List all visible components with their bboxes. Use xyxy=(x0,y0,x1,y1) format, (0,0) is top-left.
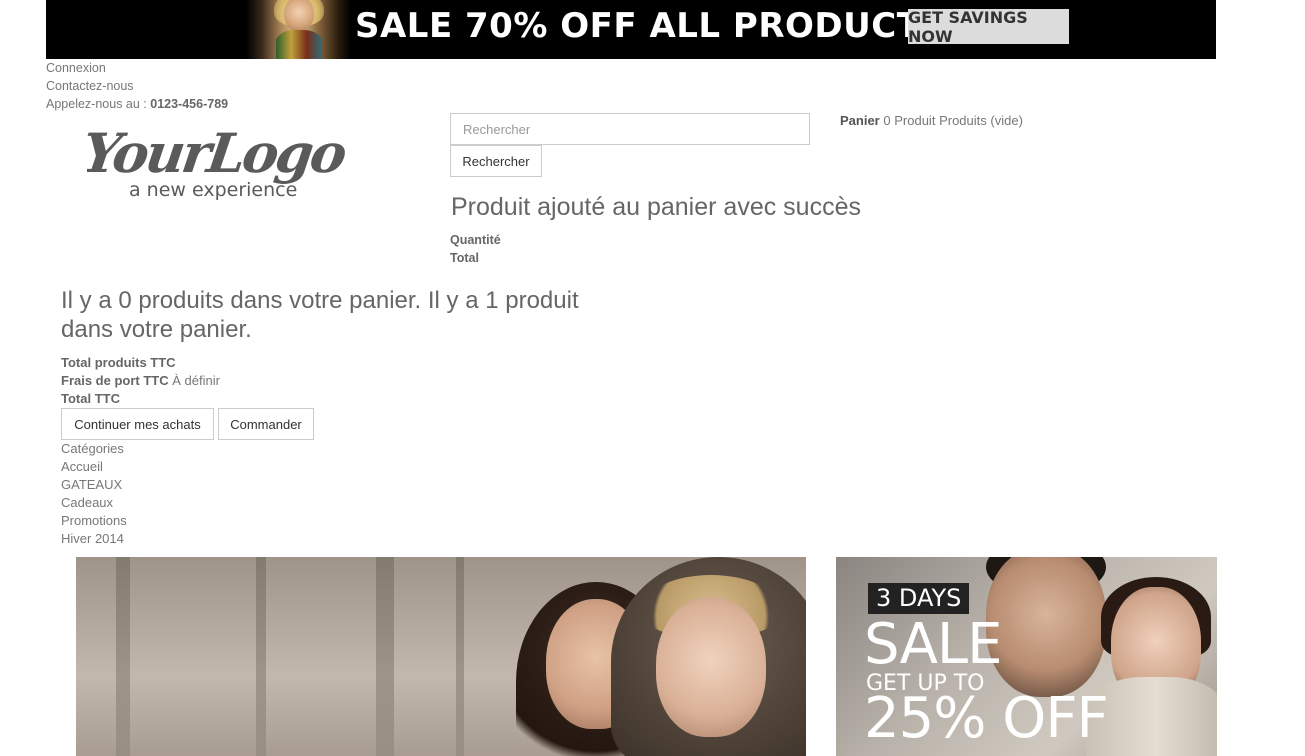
quantity-label: Quantité xyxy=(450,233,501,247)
shipping-value: À définir xyxy=(172,373,220,388)
cart-product-word: Produit xyxy=(894,113,936,128)
phone-number: 0123-456-789 xyxy=(150,97,229,111)
category-link-accueil[interactable]: Accueil xyxy=(61,458,103,476)
login-link[interactable]: Connexion xyxy=(46,59,106,77)
categories-heading[interactable]: Catégories xyxy=(61,440,124,458)
category-link-cadeaux[interactable]: Cadeaux xyxy=(61,494,113,512)
promo-sale-banner[interactable]: 3 DAYS SALE GET UP TO 25% OFF xyxy=(836,557,1217,756)
get-savings-button[interactable]: GET SAVINGS NOW xyxy=(908,8,1069,46)
cart-products-word: Produits xyxy=(939,113,987,128)
total-products-row: Total produits TTC xyxy=(61,354,176,372)
cart-count-message: Il y a 0 produits dans votre panier. Il … xyxy=(61,287,579,343)
total-products-label: Total produits TTC xyxy=(61,355,176,370)
cart-label: Panier xyxy=(840,113,880,128)
call-us-text: Appelez-nous au : 0123-456-789 xyxy=(46,95,228,113)
category-link-gateaux[interactable]: GATEAUX xyxy=(61,476,122,494)
banner-model-image xyxy=(246,0,351,59)
logo-tagline: a new experience xyxy=(129,179,297,201)
call-us-label: Appelez-nous au : xyxy=(46,97,147,111)
contact-link[interactable]: Contactez-nous xyxy=(46,77,134,95)
promo-off-text: 25% OFF xyxy=(864,686,1109,751)
cart-count: 0 xyxy=(883,113,891,128)
cart-summary[interactable]: Panier 0 Produit Produits (vide) xyxy=(840,113,1023,128)
checkout-button[interactable]: Commander xyxy=(218,408,314,440)
site-logo[interactable]: YourLogo a new experience xyxy=(87,120,377,210)
search-input[interactable] xyxy=(450,113,810,145)
top-sale-banner[interactable]: SALE 70% OFF ALL PRODUCTS GET SAVINGS NO… xyxy=(46,0,1216,59)
category-link-hiver-2014[interactable]: Hiver 2014 xyxy=(61,530,124,548)
search-button[interactable]: Rechercher xyxy=(450,145,542,177)
logo-wordmark: YourLogo xyxy=(87,121,350,185)
shipping-row: Frais de port TTC À définir xyxy=(61,372,220,390)
shipping-label: Frais de port TTC xyxy=(61,373,169,388)
total-ttc-row: Total TTC xyxy=(61,390,120,408)
promo-sale-text: SALE xyxy=(864,612,1002,677)
hero-slider-image[interactable] xyxy=(76,557,806,756)
banner-headline: SALE 70% OFF ALL PRODUCTS xyxy=(355,6,946,46)
cart-empty-status: (vide) xyxy=(990,113,1023,128)
total-label: Total xyxy=(450,251,479,265)
continue-shopping-button[interactable]: Continuer mes achats xyxy=(61,408,214,440)
total-ttc-label: Total TTC xyxy=(61,391,120,406)
added-to-cart-title: Produit ajouté au panier avec succès xyxy=(451,193,861,221)
promo-days-badge: 3 DAYS xyxy=(868,583,970,614)
category-link-promotions[interactable]: Promotions xyxy=(61,512,127,530)
